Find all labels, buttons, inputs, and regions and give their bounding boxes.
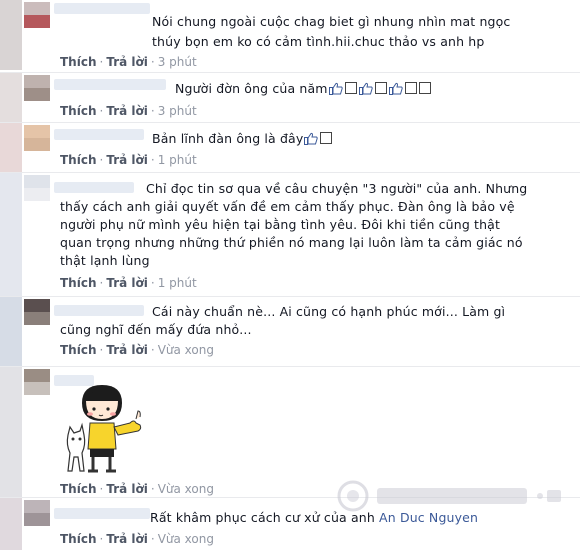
comment-time[interactable]: 3 phút xyxy=(158,55,197,69)
thumbs-up-icon xyxy=(358,81,373,95)
avatar[interactable] xyxy=(24,75,50,101)
comment-actions: Thích · Trả lời · Vừa xong xyxy=(60,532,214,546)
thumbs-up-icon xyxy=(304,131,319,145)
comment-actions: Thích · Trả lời · 3 phút xyxy=(60,104,197,118)
comment-5: Cái này chuẩn nè... Ai cũng có hạnh phúc… xyxy=(0,296,580,367)
commenter-name[interactable] xyxy=(54,3,150,14)
avatar[interactable] xyxy=(24,369,50,395)
missing-glyph-icon xyxy=(418,82,431,94)
comment-text: Người đờn ông của năm xyxy=(175,79,580,99)
girl-thumbs-up-sticker[interactable] xyxy=(60,383,152,477)
watermark-logo xyxy=(335,476,565,516)
comment-actions: Thích · Trả lời · 3 phút xyxy=(60,55,197,69)
comment-2: Người đờn ông của năm Thích · Trả lời · 3 ph… xyxy=(0,72,580,123)
comment-text: Bản lĩnh đàn ông là đây xyxy=(152,129,562,149)
comment-actions: Thích · Trả lời · 1 phút xyxy=(60,276,197,290)
comment-text-line-1: Cái này chuẩn nè... Ai cũng có hạnh phúc… xyxy=(152,304,506,319)
commenter-name[interactable] xyxy=(54,129,144,140)
like-link[interactable]: Thích xyxy=(60,482,97,496)
side-strip xyxy=(0,73,22,123)
avatar[interactable] xyxy=(24,500,50,526)
like-link[interactable]: Thích xyxy=(60,153,97,167)
comment-time[interactable]: 1 phút xyxy=(158,153,197,167)
side-strip xyxy=(0,173,22,297)
side-strip xyxy=(0,367,22,497)
comment-text-line-3: người phụ nữ mình yêu hiện tại bằng tình… xyxy=(60,217,501,232)
avatar[interactable] xyxy=(24,175,50,201)
emoji-row xyxy=(328,81,432,96)
reply-link[interactable]: Trả lời xyxy=(106,276,148,290)
comment-time[interactable]: 1 phút xyxy=(158,276,197,290)
reply-link[interactable]: Trả lời xyxy=(106,343,148,357)
avatar[interactable] xyxy=(24,299,50,325)
avatar[interactable] xyxy=(24,125,50,151)
commenter-name[interactable] xyxy=(54,79,166,90)
reply-link[interactable]: Trả lời xyxy=(106,482,148,496)
comment-3: Bản lĩnh đàn ông là đây Thích · Trả lời · 1 … xyxy=(0,122,580,173)
comment-time[interactable]: Vừa xong xyxy=(158,532,214,546)
missing-glyph-icon xyxy=(374,82,387,94)
commenter-name[interactable] xyxy=(54,182,134,193)
like-link[interactable]: Thích xyxy=(60,532,97,546)
comment-actions: Thích · Trả lời · Vừa xong xyxy=(60,482,214,496)
reply-link[interactable]: Trả lời xyxy=(106,153,148,167)
comment-text-line-1: Nói chung ngoài cuộc chag biet gì nhung … xyxy=(152,14,511,29)
reply-link[interactable]: Trả lời xyxy=(106,532,148,546)
like-link[interactable]: Thích xyxy=(60,55,97,69)
comment-text-line-4: quan trọng nhưng những thứ phiền nó mang… xyxy=(60,235,523,250)
comment-time[interactable]: Vừa xong xyxy=(158,343,214,357)
comment-text-line-2: thúy bọn em ko có cảm tình.hii.chuc thảo… xyxy=(152,34,485,49)
missing-glyph-icon xyxy=(404,82,417,94)
comment-4: Chỉ đọc tin sơ qua về câu chuyện "3 ngườ… xyxy=(0,172,580,297)
comment-text-line-5: thật lạnh lùng xyxy=(60,253,150,268)
side-strip xyxy=(0,297,22,367)
missing-glyph-icon xyxy=(344,82,357,94)
comment-time[interactable]: Vừa xong xyxy=(158,482,214,496)
avatar[interactable] xyxy=(24,2,50,28)
commenter-name[interactable] xyxy=(54,305,144,316)
cat-icon xyxy=(66,422,86,472)
comment-actions: Thích · Trả lời · Vừa xong xyxy=(60,343,214,357)
comment-text-line-1: Chỉ đọc tin sơ qua về câu chuyện "3 ngườ… xyxy=(146,181,528,196)
like-link[interactable]: Thích xyxy=(60,343,97,357)
comment-text-content: Người đờn ông của năm xyxy=(175,81,328,96)
comment-actions: Thích · Trả lời · 1 phút xyxy=(60,153,197,167)
commenter-name[interactable] xyxy=(54,508,150,519)
comment-text-line-2: cũng nghĩ đến mấy đứa nhỏ... xyxy=(60,322,252,337)
comment-text-content: Bản lĩnh đàn ông là đây xyxy=(152,131,304,146)
reply-link[interactable]: Trả lời xyxy=(106,104,148,118)
side-strip xyxy=(0,123,22,173)
reply-link[interactable]: Trả lời xyxy=(106,55,148,69)
side-strip xyxy=(0,498,22,550)
comment-time[interactable]: 3 phút xyxy=(158,104,197,118)
like-link[interactable]: Thích xyxy=(60,276,97,290)
like-link[interactable]: Thích xyxy=(60,104,97,118)
comment-text-line-2: thấy cách anh giải quyết vấn đề em cảm t… xyxy=(60,199,515,214)
thumbs-up-icon xyxy=(388,81,403,95)
missing-glyph-icon xyxy=(320,132,333,144)
thumbs-up-icon xyxy=(328,81,343,95)
comment-1: Nói chung ngoài cuộc chag biet gì nhung … xyxy=(0,0,580,70)
side-strip xyxy=(0,0,22,70)
